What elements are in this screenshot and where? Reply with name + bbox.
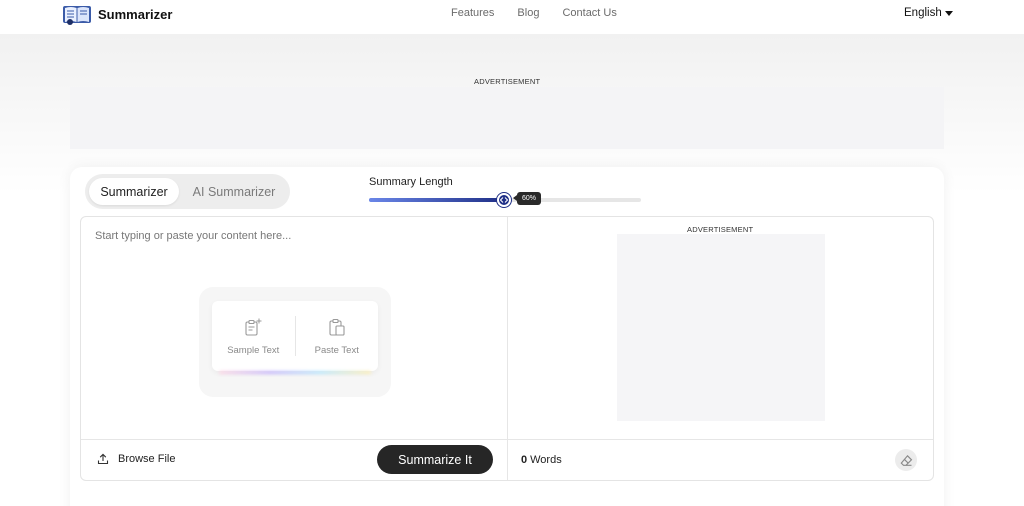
tab-summarizer[interactable]: Summarizer — [89, 178, 179, 205]
sample-text-label: Sample Text — [227, 344, 280, 356]
language-label: English — [904, 7, 942, 19]
summary-length-slider[interactable]: 60% — [369, 192, 641, 207]
clear-output-button[interactable] — [895, 449, 917, 471]
nav-link-contact[interactable]: Contact Us — [562, 7, 616, 19]
slider-arrows-icon — [500, 197, 508, 203]
slider-value-tooltip: 60% — [512, 192, 542, 205]
summary-length-label: Summary Length — [369, 176, 453, 188]
site-header: Summarizer Features Blog Contact Us Engl… — [0, 0, 1024, 34]
quick-actions-glow — [219, 371, 371, 374]
brand-name: Summarizer — [98, 6, 173, 22]
caret-down-icon — [944, 10, 953, 16]
tab-ai-summarizer[interactable]: AI Summarizer — [185, 178, 283, 205]
main-nav: Features Blog Contact Us — [451, 7, 640, 19]
language-selector[interactable]: English — [904, 7, 953, 19]
summarizer-card: Summarizer AI Summarizer Summary Length … — [70, 167, 944, 506]
word-count: 0 Words — [521, 454, 562, 466]
word-count-value: 0 — [521, 454, 528, 466]
browse-file-button[interactable]: Browse File — [97, 453, 175, 465]
mode-switch: Summarizer AI Summarizer — [85, 174, 290, 209]
brand-logo[interactable]: Summarizer — [62, 3, 172, 25]
browse-file-label: Browse File — [118, 453, 176, 465]
slider-thumb[interactable] — [497, 193, 511, 207]
eraser-icon — [900, 454, 912, 466]
ad-label-right: ADVERTISEMENT — [687, 225, 754, 234]
sample-text-button[interactable]: Sample Text — [212, 301, 295, 371]
quick-actions: Sample Text Paste Text — [199, 287, 391, 397]
nav-link-features[interactable]: Features — [451, 7, 494, 19]
ad-label-top: ADVERTISEMENT — [474, 77, 541, 86]
upload-icon — [97, 453, 109, 465]
paste-text-button[interactable]: Paste Text — [296, 301, 379, 371]
pane-divider — [507, 217, 508, 480]
word-count-unit: Words — [530, 454, 562, 466]
slider-fill — [369, 198, 504, 202]
nav-link-blog[interactable]: Blog — [517, 7, 539, 19]
pane-footer-divider — [81, 439, 933, 440]
editor-panes: Sample Text Paste Text — [80, 216, 934, 481]
quick-actions-card: Sample Text Paste Text — [212, 301, 378, 371]
paste-text-label: Paste Text — [314, 344, 359, 356]
sample-text-icon — [245, 318, 262, 336]
ad-slot-right — [617, 234, 825, 421]
paste-text-icon — [329, 318, 345, 336]
summarize-button[interactable]: Summarize It — [377, 445, 493, 474]
logo-book-icon — [63, 6, 91, 25]
ad-slot-top — [70, 87, 944, 149]
